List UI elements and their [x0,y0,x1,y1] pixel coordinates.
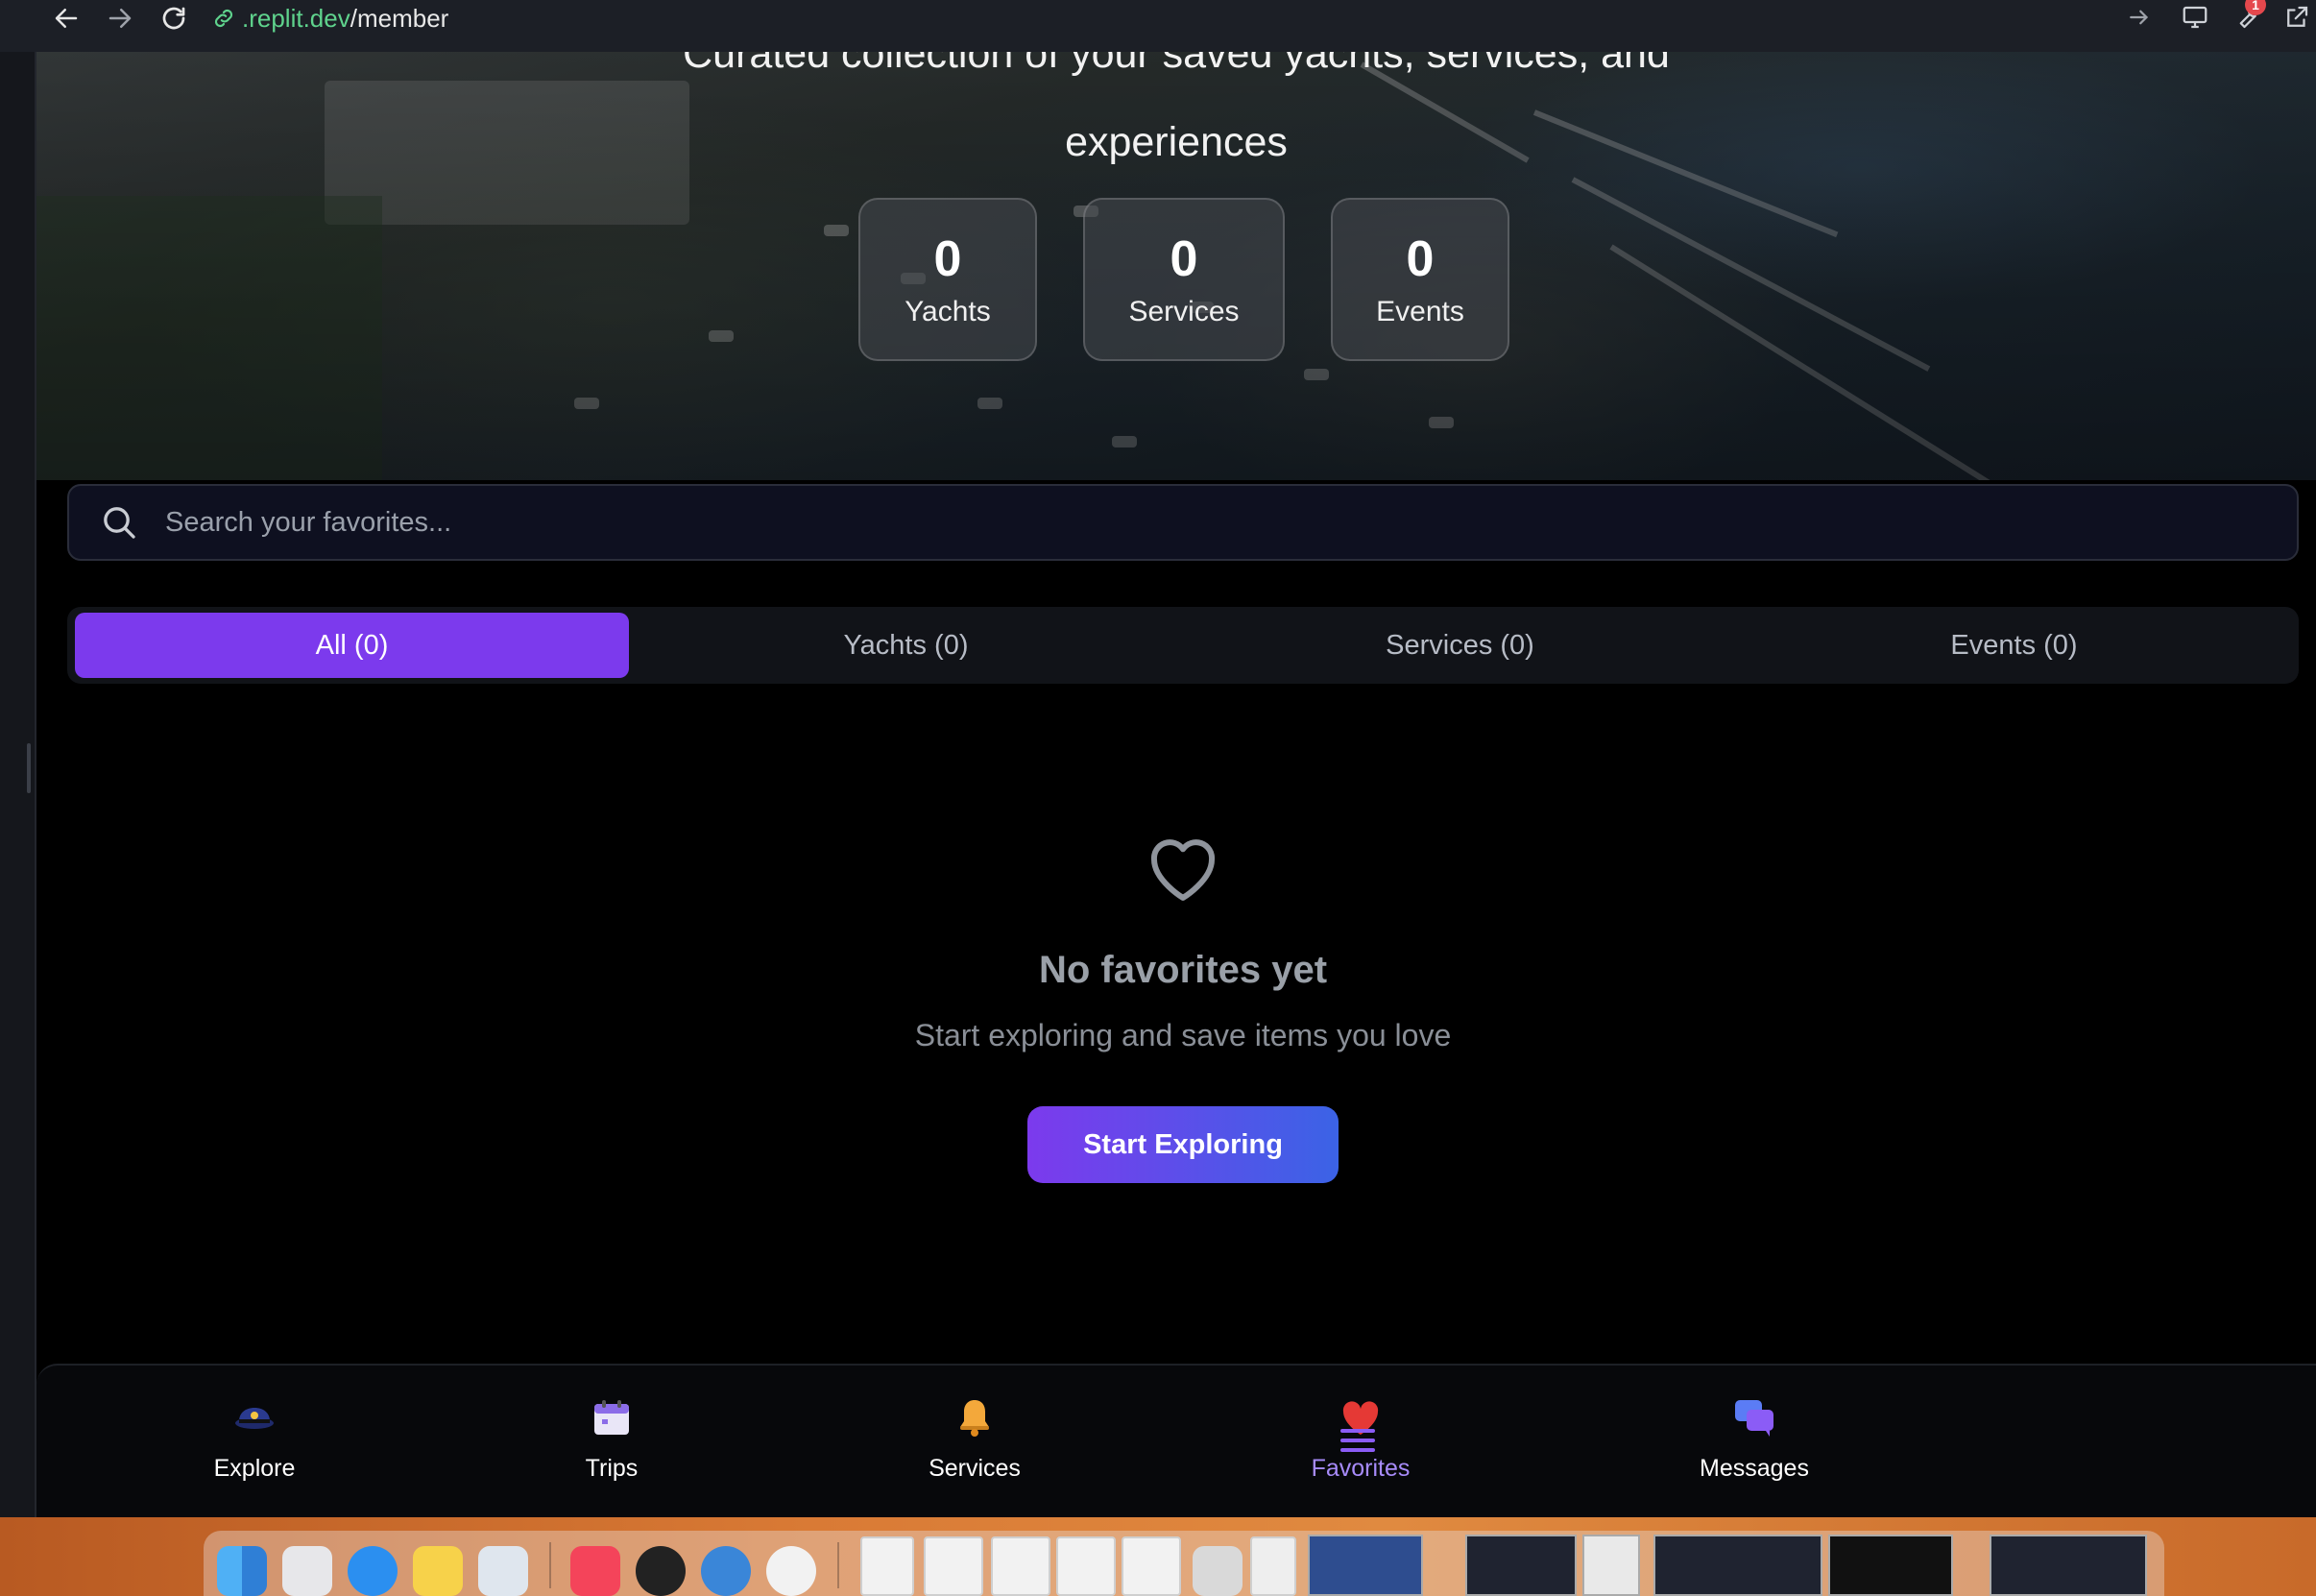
stat-value: 0 [1406,231,1435,287]
clock-app-icon[interactable] [636,1546,686,1596]
launchpad-icon[interactable] [282,1546,332,1596]
devices-button[interactable] [2176,0,2214,35]
tab-yachts[interactable]: Yachts (0) [629,613,1183,678]
arrow-left-icon [55,9,78,28]
bell-icon [960,1400,989,1437]
stat-label: Events [1376,296,1464,327]
calendar-icon [594,1400,629,1435]
bottom-navigation: Explore Trips Services Favorites Message… [36,1364,2316,1519]
notes-icon[interactable] [413,1546,463,1596]
finder-icon[interactable] [217,1546,267,1596]
address-bar[interactable]: .replit.dev/member [211,2,448,35]
nav-label: Trips [585,1455,639,1482]
resize-handle[interactable] [27,743,31,793]
start-exploring-button[interactable]: Start Exploring [1027,1106,1339,1183]
stat-card-services: 0 Services [1083,198,1285,361]
dock-window-thumbnail[interactable] [1308,1535,1423,1596]
external-link-button[interactable] [2278,0,2316,35]
empty-state-subtitle: Start exploring and save items you love [914,1018,1452,1052]
nav-label: Messages [1700,1455,1809,1482]
back-button[interactable] [44,0,88,36]
heart-outline-icon [1150,839,1216,901]
nav-item-messages[interactable]: Messages [1658,1394,1850,1483]
dock-window-thumbnail[interactable] [991,1536,1050,1596]
dock-window-thumbnail[interactable] [924,1536,983,1596]
tab-events[interactable]: Events (0) [1737,613,2291,678]
stat-label: Yachts [905,296,991,327]
stat-value: 0 [1170,231,1198,287]
dock-window-thumbnail[interactable] [860,1536,914,1596]
chrome-icon[interactable] [766,1546,816,1596]
nav-label: Explore [213,1455,296,1482]
empty-state-title: No favorites yet [1038,949,1328,991]
tab-all[interactable]: All (0) [75,613,629,678]
safari-icon[interactable] [348,1546,398,1596]
music-icon[interactable] [570,1546,620,1596]
search-icon [104,507,135,539]
preview-icon[interactable] [478,1546,528,1596]
chat-bubbles-icon [1735,1400,1773,1437]
external-link-icon [2287,6,2308,27]
dock-window-thumbnail[interactable] [1990,1535,2147,1596]
nav-item-explore[interactable]: Explore [158,1394,350,1483]
url-host: .replit.dev [242,3,350,33]
dock-window-thumbnail[interactable] [1122,1536,1181,1596]
dock-window-thumbnail[interactable] [1056,1536,1116,1596]
dock-window-thumbnail[interactable] [1653,1535,1822,1596]
open-in-new-tab-button[interactable] [2120,0,2159,35]
trash-icon[interactable] [1193,1546,1242,1596]
link-icon [214,9,233,28]
notification-badge: 1 [2245,0,2266,15]
nav-item-services[interactable]: Services [879,1394,1071,1483]
nav-label: Services [929,1455,1021,1482]
reload-icon [162,7,185,30]
quicktime-icon[interactable] [701,1546,751,1596]
left-side-panel [0,52,36,1517]
dock-window-thumbnail[interactable] [1582,1535,1640,1596]
devtools-button[interactable]: 1 [2228,0,2266,35]
captain-hat-icon [235,1408,274,1429]
monitor-icon [2183,6,2207,29]
hamburger-menu-icon[interactable] [1339,1421,1383,1460]
dock-window-thumbnail[interactable] [1250,1536,1296,1596]
arrow-right-icon [109,9,132,28]
reload-button[interactable] [152,0,196,36]
hero-banner: Curated collection of your saved yachts,… [36,52,2316,480]
url-path: /member [350,3,449,33]
stat-card-yachts: 0 Yachts [858,198,1037,361]
favorites-search-bar[interactable] [67,484,2299,561]
stat-value: 0 [933,231,962,287]
forward-button[interactable] [98,0,142,36]
dock-window-thumbnail[interactable] [1828,1535,1953,1596]
stat-label: Services [1128,296,1240,327]
browser-toolbar: .replit.dev/member 1 [0,0,2316,52]
favorites-filter-tabs: All (0) Yachts (0) Services (0) Events (… [67,607,2299,684]
arrow-right-small-icon [2130,10,2149,25]
search-input[interactable] [165,506,2182,539]
tab-services[interactable]: Services (0) [1183,613,1737,678]
nav-item-trips[interactable]: Trips [516,1394,708,1483]
dock-window-thumbnail[interactable] [1465,1535,1577,1596]
stat-card-events: 0 Events [1331,198,1509,361]
